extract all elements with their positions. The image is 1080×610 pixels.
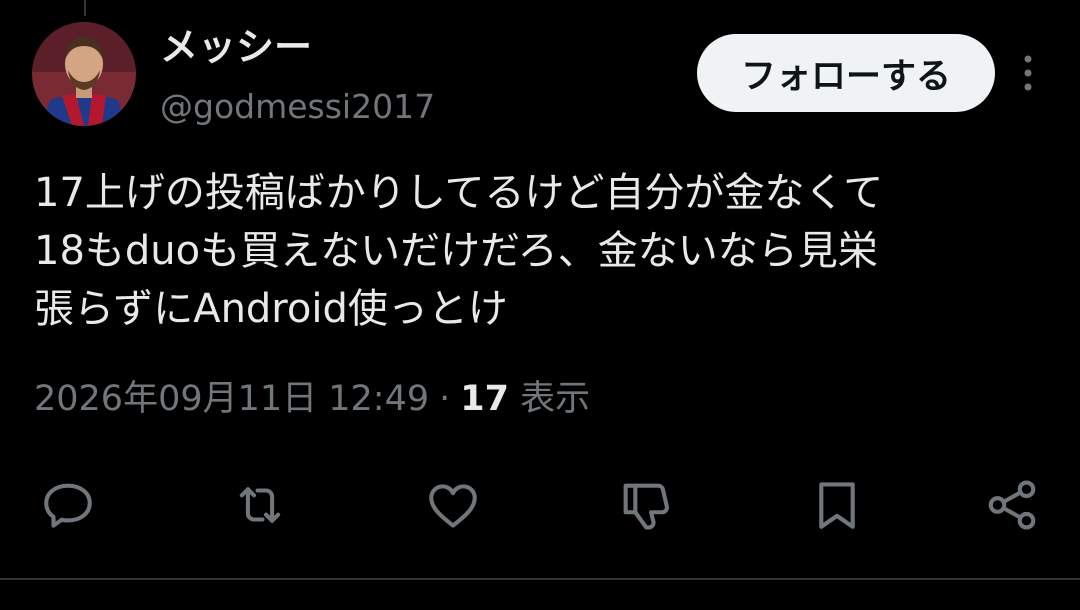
view-label: 表示 xyxy=(520,379,591,419)
dislike-button[interactable] xyxy=(610,470,680,540)
share-button[interactable] xyxy=(977,470,1047,540)
tweet-text-line: 張らずにAndroid使っとけ xyxy=(34,286,508,332)
retweet-button[interactable] xyxy=(225,470,295,540)
follow-button[interactable]: フォローする xyxy=(697,34,995,112)
timestamp[interactable]: 2026年09月11日 12:49 xyxy=(34,379,429,419)
tweet-text-line: 17上げの投稿ばかりしてるけど自分が金なくて xyxy=(34,170,884,216)
tweet-meta: 2026年09月11日 12:49 · 17 表示 xyxy=(34,376,590,422)
retweet-icon xyxy=(239,487,281,523)
bookmark-icon xyxy=(819,482,855,529)
meta-separator: · xyxy=(439,379,451,419)
more-options-button[interactable] xyxy=(1010,50,1046,96)
view-count: 17 xyxy=(460,379,509,419)
more-vertical-icon xyxy=(1024,55,1032,91)
like-button[interactable] xyxy=(418,470,488,540)
avatar-photo xyxy=(32,22,136,126)
divider xyxy=(0,578,1080,580)
action-bar xyxy=(0,470,1080,540)
tweet-text: 17上げの投稿ばかりしてるけど自分が金なくて 18もduoも買えないだけだろ、金… xyxy=(34,164,1044,338)
display-name[interactable]: メッシー xyxy=(160,24,312,70)
tweet-text-line: 18もduoも買えないだけだろ、金ないなら見栄 xyxy=(34,228,878,274)
reply-button[interactable] xyxy=(33,470,103,540)
user-handle[interactable]: @godmessi2017 xyxy=(160,86,435,128)
bookmark-button[interactable] xyxy=(802,470,872,540)
dislike-icon xyxy=(623,483,669,530)
reply-icon xyxy=(44,483,92,528)
like-icon xyxy=(429,484,477,528)
avatar[interactable] xyxy=(32,22,136,126)
thread-connector-line xyxy=(84,0,86,16)
share-icon xyxy=(988,480,1036,530)
